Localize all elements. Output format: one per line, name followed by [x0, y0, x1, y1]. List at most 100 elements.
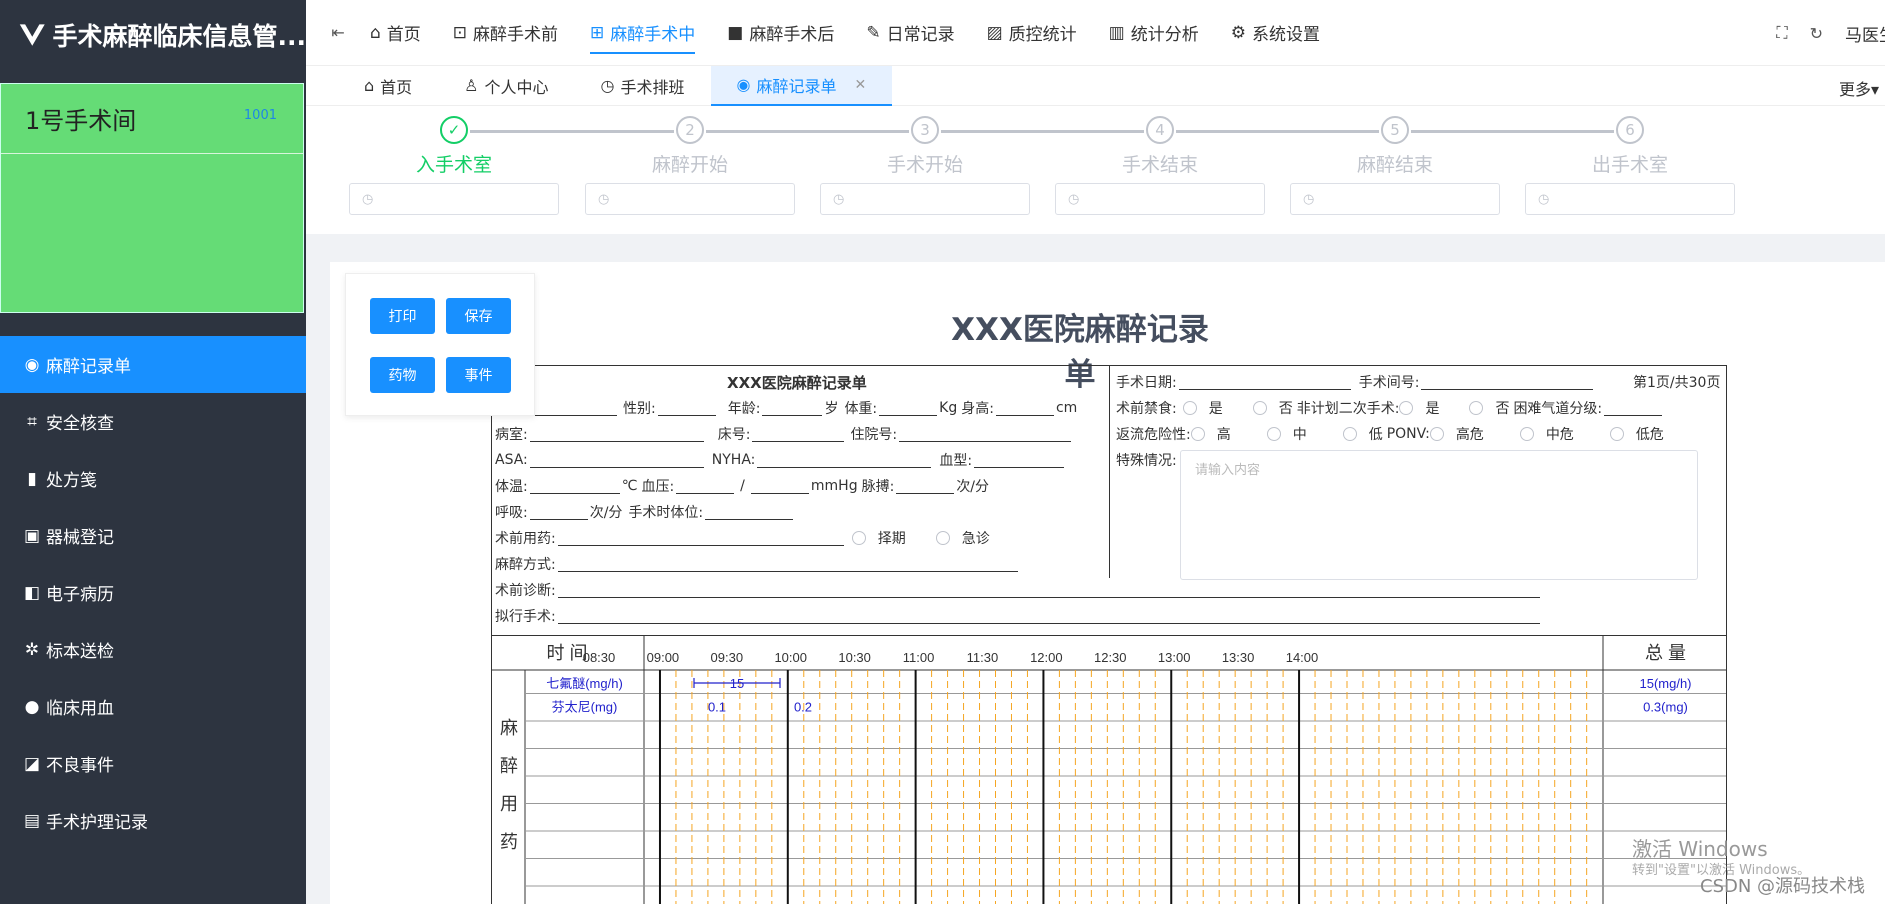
process-steps: ✓ 入手术室 ◷ 2 麻醉开始 ◷ 3 手术开始 ◷ 4 手术结束 ◷ 5 麻醉结束 ◷ 6 出手术室 ◷	[306, 106, 1885, 234]
step-time-input[interactable]: ◷	[820, 183, 1030, 215]
topnav-item-2[interactable]: ⊞ 麻醉手术中	[574, 0, 711, 66]
unplanned-no-radio[interactable]	[1469, 401, 1484, 415]
sidebar-item-0[interactable]: ◉ 麻醉记录单	[0, 336, 306, 393]
elective-label: 择期	[877, 531, 906, 547]
room-code: 1001	[243, 108, 277, 123]
sidebar-item-8[interactable]: ▤ 手术护理记录	[0, 792, 306, 849]
emergency-label: 急诊	[961, 531, 990, 547]
planned-op-field[interactable]	[557, 608, 1540, 624]
resp-field[interactable]	[529, 504, 588, 520]
fasting-yes-radio[interactable]	[1182, 401, 1197, 415]
reflux-high-label: 高	[1216, 427, 1231, 443]
sidebar-item-4[interactable]: ◧ 电子病历	[0, 564, 306, 621]
ward-field[interactable]	[529, 426, 704, 442]
sidebar-item-label: 麻醉记录单	[46, 357, 131, 377]
topnav-item-5[interactable]: ▨ 质控统计	[971, 0, 1093, 66]
tab-1[interactable]: ♙ 个人中心	[438, 66, 574, 106]
topnav-item-0[interactable]: ⌂ 首页	[354, 0, 437, 66]
topnav-item-3[interactable]: ■ 麻醉手术后	[711, 0, 850, 66]
topnav-item-7[interactable]: ⚙ 系统设置	[1215, 0, 1336, 66]
section-label-char: 醉	[500, 756, 518, 776]
app-brand[interactable]: 手术麻醉临床信息管...	[0, 0, 306, 70]
tab-0[interactable]: ⌂ 首页	[338, 66, 438, 106]
step-time-input[interactable]: ◷	[349, 183, 559, 215]
height-field[interactable]	[995, 400, 1054, 416]
topnav-item-4[interactable]: ✎ 日常记录	[850, 0, 970, 66]
sidebar-item-5[interactable]: ✲ 标本送检	[0, 621, 306, 678]
emergency-radio[interactable]	[935, 531, 950, 545]
sidebar: 手术麻醉临床信息管... 1号手术间 1001 ◉ 麻醉记录单 ⌗ 安全核查 ▮ 处方笺 ▣…	[0, 0, 306, 904]
topnav-item-1[interactable]: ⊡ 麻醉手术前	[437, 0, 574, 66]
refresh-icon[interactable]: ↻	[1810, 24, 1823, 43]
sidebar-item-3[interactable]: ▣ 器械登记	[0, 507, 306, 564]
nyha-field[interactable]	[757, 452, 932, 468]
reflux-high-radio[interactable]	[1190, 427, 1205, 441]
pulse-unit: 次/分	[956, 479, 990, 495]
drug-button[interactable]: 药物	[370, 357, 435, 393]
bp-dia-field[interactable]	[750, 478, 809, 494]
unplanned-yes-radio[interactable]	[1399, 401, 1414, 415]
special-textarea[interactable]: 请输入内容	[1180, 450, 1698, 580]
weight-field[interactable]	[879, 400, 938, 416]
ponv-low-radio[interactable]	[1609, 427, 1624, 441]
topnav-label: 质控统计	[1008, 25, 1077, 45]
reflux-mid-label: 中	[1292, 427, 1307, 443]
user-name[interactable]: 马医生	[1845, 21, 1885, 46]
pulse-label: 脉搏:	[861, 479, 895, 495]
temp-field[interactable]	[529, 478, 620, 494]
reflux-low-label: 低	[1368, 427, 1383, 443]
collapse-icon[interactable]: ⇤	[322, 23, 354, 42]
op-date-field[interactable]	[1178, 374, 1351, 390]
premed-field[interactable]	[557, 530, 844, 546]
step-connector	[1176, 130, 1379, 133]
save-button[interactable]: 保存	[446, 298, 511, 334]
step-time-input[interactable]: ◷	[585, 183, 795, 215]
topnav-item-6[interactable]: ▥ 统计分析	[1093, 0, 1215, 66]
close-icon[interactable]: ✕	[855, 77, 867, 93]
sidebar-item-6[interactable]: ● 临床用血	[0, 678, 306, 735]
tab-3[interactable]: ◉ 麻醉记录单 ✕	[710, 65, 893, 106]
action-panel: 打印 保存 药物 事件	[345, 273, 535, 416]
step-label: 出手术室	[1591, 154, 1668, 176]
age-field[interactable]	[762, 400, 823, 416]
ponv-high-radio[interactable]	[1429, 427, 1444, 441]
tab-2[interactable]: ◷ 手术排班	[575, 66, 711, 106]
more-label: 更多	[1838, 80, 1871, 99]
more-tabs-button[interactable]: 更多▾	[1839, 76, 1879, 100]
op-room-field[interactable]	[1421, 374, 1594, 390]
bp-sys-field[interactable]	[676, 478, 735, 494]
step-time-input[interactable]: ◷	[1525, 183, 1735, 215]
temp-unit: ℃	[621, 478, 638, 494]
asa-field[interactable]	[529, 452, 704, 468]
time-tick-label: 10:30	[838, 650, 871, 665]
step-time-input[interactable]: ◷	[1290, 183, 1500, 215]
event-button[interactable]: 事件	[446, 357, 511, 393]
sidebar-item-7[interactable]: ◪ 不良事件	[0, 735, 306, 792]
blood-type-field[interactable]	[974, 452, 1065, 468]
topnav-label: 麻醉手术后	[749, 25, 835, 45]
sidebar-item-2[interactable]: ▮ 处方笺	[0, 450, 306, 507]
print-button[interactable]: 打印	[370, 298, 435, 334]
ponv-mid-radio[interactable]	[1519, 427, 1534, 441]
room-card[interactable]: 1号手术间 1001	[0, 83, 304, 313]
fasting-no-radio[interactable]	[1252, 401, 1267, 415]
time-tick-label: 09:30	[711, 650, 744, 665]
anes-method-field[interactable]	[557, 556, 1018, 572]
reflux-mid-radio[interactable]	[1266, 427, 1281, 441]
diagnosis-field[interactable]	[557, 582, 1540, 598]
position-field[interactable]	[705, 504, 794, 520]
fullscreen-icon[interactable]: ⛶	[1776, 23, 1787, 43]
admission-field[interactable]	[899, 426, 1072, 442]
pulse-field[interactable]	[896, 478, 955, 494]
gender-field[interactable]	[657, 400, 716, 416]
step-label: 手术结束	[1121, 154, 1198, 176]
ponv-mid-label: 中危	[1545, 427, 1574, 443]
airway-field[interactable]	[1604, 400, 1663, 416]
sidebar-item-1[interactable]: ⌗ 安全核查	[0, 393, 306, 450]
reflux-low-radio[interactable]	[1342, 427, 1357, 441]
step-time-input[interactable]: ◷	[1055, 183, 1265, 215]
topnav-label: 首页	[386, 25, 421, 45]
elective-radio[interactable]	[851, 531, 866, 545]
infusion-dose: 15	[730, 676, 744, 691]
bed-field[interactable]	[752, 426, 845, 442]
